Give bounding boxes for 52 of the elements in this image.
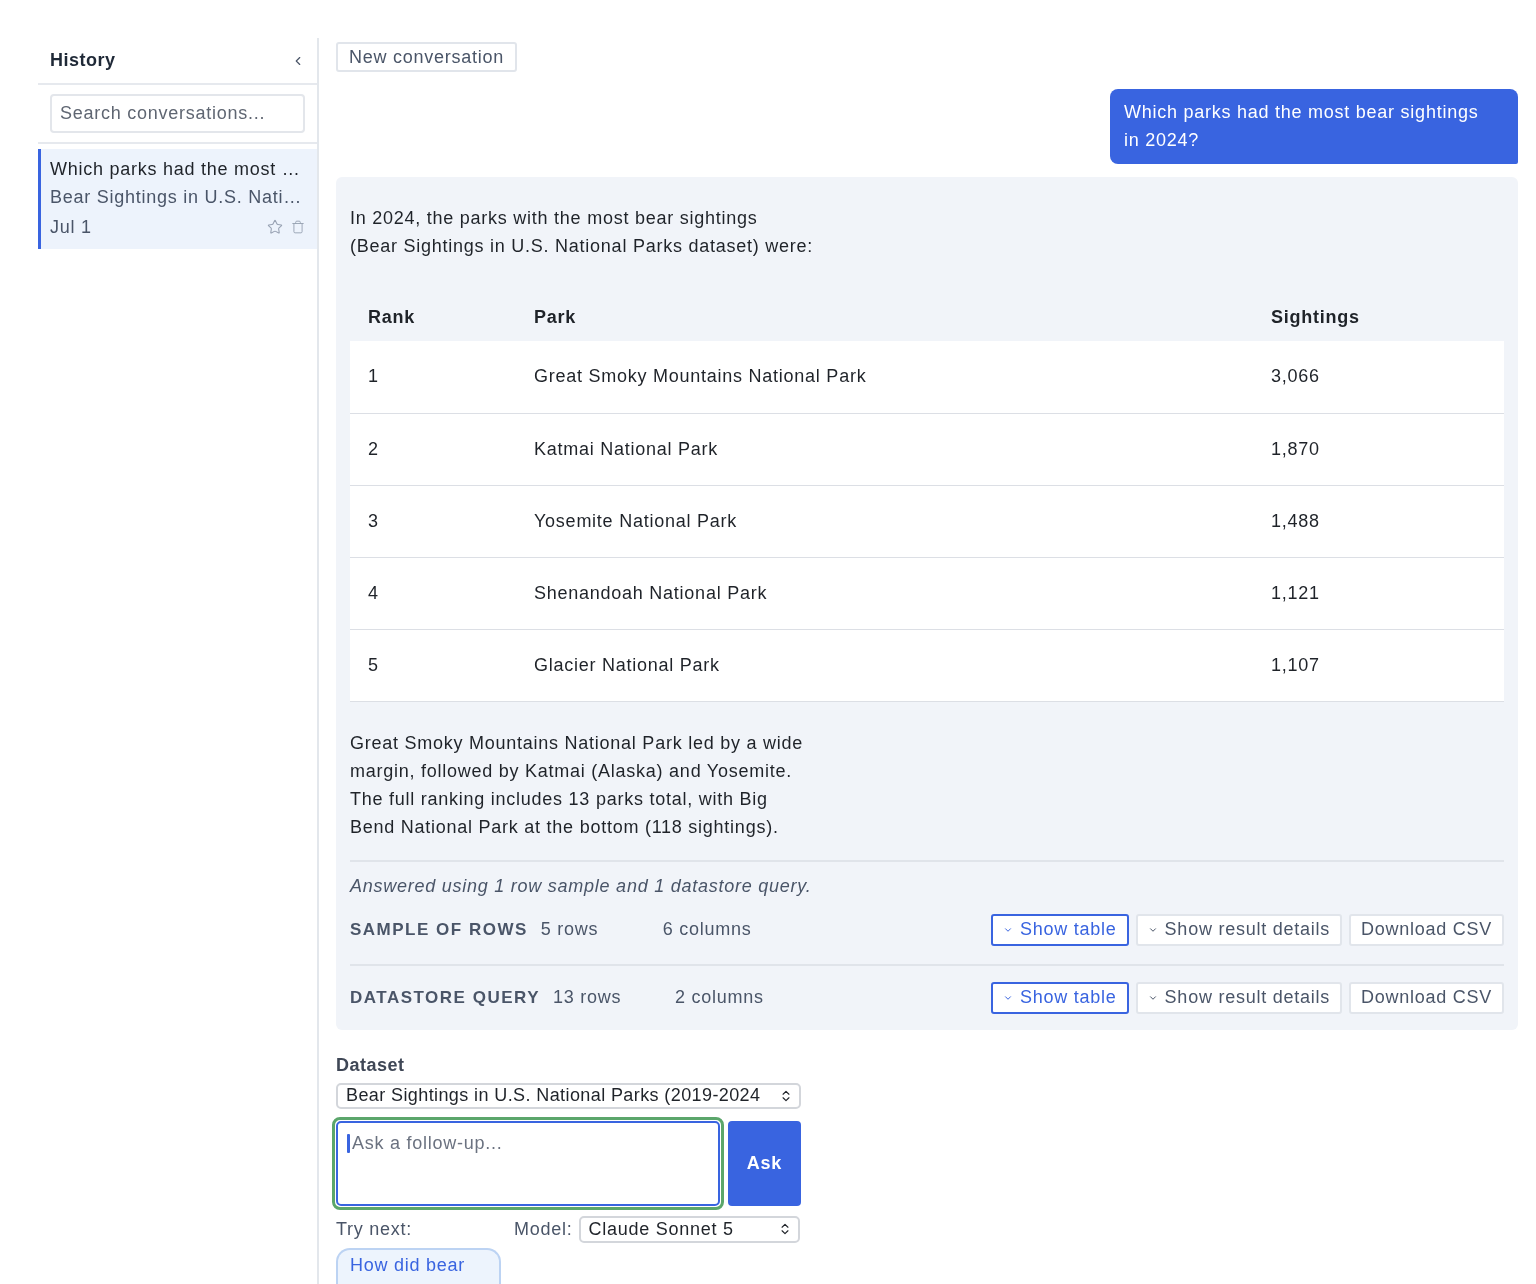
trash-icon[interactable] <box>291 220 305 234</box>
conversation-item[interactable]: Which parks had the most … Bear Sightings in U.S. Nati… Jul 1 <box>38 149 317 249</box>
column-count: 6 columns <box>662 919 752 941</box>
table-cell: 1,488 <box>1253 485 1504 558</box>
conversation-date: Jul 1 <box>50 216 92 239</box>
answer-intro: In 2024, the parks with the most bear sightings (Bear Sightings in U.S. National Parks dataset) were: <box>350 207 814 259</box>
ask-button[interactable]: Ask <box>728 1120 801 1206</box>
download-button[interactable]: Download CSV <box>1348 981 1504 1014</box>
table-cell: 2 <box>350 413 516 486</box>
user-message: Which parks had the most bear sightings in 2024? <box>1110 89 1518 165</box>
column-header: Rank <box>350 294 516 342</box>
column-count: 2 columns <box>675 987 764 1009</box>
try-next-label: Try next: <box>336 1218 414 1240</box>
answer-footnote: Answered using 1 row sample and 1 datastore query. <box>350 874 813 898</box>
column-header: Park <box>516 294 1253 342</box>
new-conversation-button[interactable]: New conversation <box>336 42 518 73</box>
follow-up-field[interactable]: Ask a follow-up... <box>336 1120 720 1206</box>
table-cell: 3 <box>350 485 516 558</box>
details-toggle-button[interactable]: Show result details <box>1135 913 1342 946</box>
table-cell: 5 <box>350 629 516 702</box>
table-cell: 1,107 <box>1253 629 1504 702</box>
conversation-title: Which parks had the most … <box>50 158 302 181</box>
table-cell: Shenandoah National Park <box>516 557 1253 630</box>
download-button[interactable]: Download CSV <box>1348 913 1504 946</box>
sidebar-title: History <box>50 50 116 71</box>
table-cell: 1 <box>350 341 516 414</box>
source-label: DATASTORE QUERY <box>350 987 540 1008</box>
details-toggle-button[interactable]: Show result details <box>1135 981 1342 1014</box>
table-cell: Glacier National Park <box>516 629 1253 702</box>
dataset-label: Dataset <box>336 1054 405 1075</box>
table-cell: 1,121 <box>1253 557 1504 630</box>
show-table-button[interactable]: Show table <box>991 913 1129 946</box>
dataset-select[interactable]: Bear Sightings in U.S. National Parks (2019-2024 <box>336 1082 801 1109</box>
table-cell: Great Smoky Mountains National Park <box>516 341 1253 414</box>
model-label: Model: <box>514 1218 573 1240</box>
table-cell: 3,066 <box>1253 341 1504 414</box>
conversation-dataset: Bear Sightings in U.S. Nati… <box>50 186 304 209</box>
column-header: Sightings <box>1253 294 1504 342</box>
search-field[interactable]: Search conversations... <box>50 94 305 133</box>
suggestion-chip[interactable]: How did bear <box>336 1247 501 1284</box>
table-cell: Yosemite National Park <box>516 485 1253 558</box>
table-cell: 4 <box>350 557 516 630</box>
table-cell: 1,870 <box>1253 413 1504 486</box>
show-table-button[interactable]: Show table <box>991 981 1129 1014</box>
model-select[interactable]: Claude Sonnet 5 <box>578 1215 800 1243</box>
row-count: 13 rows <box>553 987 623 1009</box>
table-cell: Katmai National Park <box>516 413 1253 486</box>
row-count: 5 rows <box>540 919 600 941</box>
text-cursor <box>347 1133 350 1153</box>
answer-summary: Great Smoky Mountains National Park led by a wide margin, followed by Katmai (Alaska) and Yosemite. The full ranking includes 13 parks total, with Big Bend National Park at the bottom (118 sightings). <box>350 731 804 839</box>
star-icon[interactable] <box>267 219 283 235</box>
source-label: SAMPLE OF ROWS <box>350 919 528 940</box>
